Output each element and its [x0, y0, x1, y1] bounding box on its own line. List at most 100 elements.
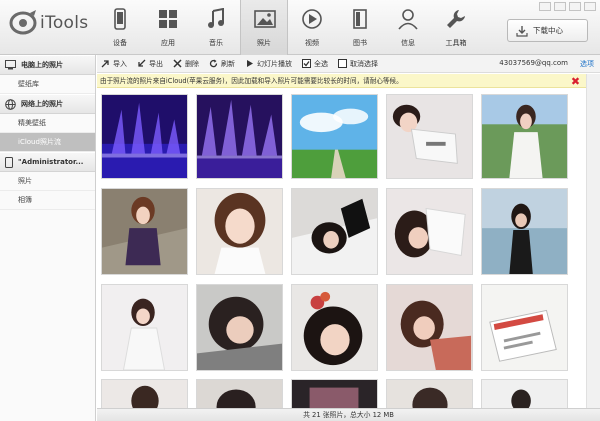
status-bar: 共 21 张照片，总大小 12 MB [97, 408, 600, 421]
globe-icon [5, 98, 16, 110]
tab-label: 信息 [401, 39, 415, 47]
play-icon [247, 60, 253, 67]
photo-thumbnail[interactable] [291, 188, 378, 275]
export-button[interactable]: 导出 [137, 59, 163, 69]
top-header: iTools 设备 应用 音乐 照片 视频 图书 信息 工具箱 下载中心 [0, 0, 600, 55]
sidebar-item-fine-wallpapers[interactable]: 精美壁纸 [0, 114, 95, 133]
photo-icon [254, 10, 276, 28]
book-icon [353, 9, 367, 29]
monitor-icon [5, 60, 16, 70]
sidebar-section-device[interactable]: "Administrator... [0, 152, 95, 172]
photo-thumbnail[interactable] [481, 94, 568, 179]
wrench-icon [447, 10, 465, 28]
deselect-label: 取消选择 [350, 59, 378, 68]
download-center-button[interactable]: 下载中心 [507, 19, 588, 42]
photo-thumbnail[interactable] [481, 379, 568, 408]
photo-thumbnail[interactable] [101, 188, 188, 275]
deselect-button[interactable]: 取消选择 [338, 59, 378, 69]
restore-icon[interactable] [569, 2, 581, 11]
photo-thumbnail[interactable] [386, 284, 473, 371]
photo-thumbnail[interactable] [101, 284, 188, 371]
refresh-label: 刷新 [221, 59, 235, 68]
tab-label: 照片 [257, 39, 271, 47]
photo-thumbnail[interactable] [291, 379, 378, 408]
tab-device[interactable]: 设备 [96, 0, 144, 55]
app-logo: iTools [8, 8, 88, 38]
tab-music[interactable]: 音乐 [192, 0, 240, 55]
photo-toolbar: 导入 导出 删除 刷新 幻灯片播放 全选 取消选择 43037569@qq.co… [97, 55, 600, 73]
tab-label: 应用 [161, 39, 175, 47]
tab-label: 工具箱 [445, 39, 467, 47]
photo-thumbnail[interactable] [386, 188, 473, 275]
video-icon [302, 9, 322, 29]
sidebar: 电脑上的照片 壁纸库 网络上的照片 精美壁纸 iCloud照片流 "Admini… [0, 55, 96, 421]
delete-button[interactable]: 删除 [173, 59, 199, 69]
photo-thumbnail[interactable] [386, 94, 473, 179]
sidebar-item-photos[interactable]: 照片 [0, 172, 95, 191]
sidebar-section-label: "Administrator... [18, 158, 84, 166]
tab-toolbox[interactable]: 工具箱 [432, 0, 480, 55]
tab-apps[interactable]: 应用 [144, 0, 192, 55]
tab-label: 视频 [305, 39, 319, 47]
refresh-icon [209, 59, 218, 68]
tab-label: 图书 [353, 39, 367, 47]
checkbox-icon [338, 59, 347, 68]
main-tabs: 设备 应用 音乐 照片 视频 图书 信息 工具箱 [96, 0, 480, 55]
photo-thumbnail[interactable] [481, 284, 568, 371]
import-label: 导入 [113, 59, 127, 68]
download-center-label: 下载中心 [533, 26, 563, 35]
checkbox-checked-icon [302, 59, 311, 68]
photo-thumbnail[interactable] [101, 379, 188, 408]
tab-info[interactable]: 信息 [384, 0, 432, 55]
window-controls [539, 2, 596, 11]
tab-label: 音乐 [209, 39, 223, 47]
photo-thumbnail[interactable] [101, 94, 188, 179]
slideshow-label: 幻灯片播放 [257, 59, 292, 68]
photo-thumbnail[interactable] [481, 188, 568, 275]
select-all-label: 全选 [314, 59, 328, 68]
photo-thumbnail[interactable] [196, 94, 283, 179]
sidebar-section-online-photos[interactable]: 网络上的照片 [0, 94, 95, 114]
photo-thumbnail[interactable] [291, 94, 378, 179]
photo-thumbnail[interactable] [196, 284, 283, 371]
phone-icon [5, 156, 13, 168]
icloud-notice: 由于照片流的照片来自iCloud(苹果云服务)，因此加载和导入照片可能需要比较长… [97, 74, 586, 88]
apps-icon [159, 10, 177, 28]
person-icon [398, 9, 418, 30]
sidebar-section-label: 电脑上的照片 [21, 61, 63, 69]
photo-thumbnail[interactable] [196, 379, 283, 408]
vertical-scrollbar[interactable] [586, 74, 600, 408]
tab-label: 设备 [113, 39, 127, 47]
sidebar-section-computer-photos[interactable]: 电脑上的照片 [0, 55, 95, 75]
close-window-icon[interactable] [584, 2, 596, 11]
photo-thumbnail[interactable] [386, 379, 473, 408]
itools-logo-icon [8, 8, 38, 38]
phone-icon [114, 8, 126, 30]
slideshow-button[interactable]: 幻灯片播放 [245, 59, 292, 69]
delete-label: 删除 [185, 59, 199, 68]
download-icon [516, 25, 528, 37]
toolbar-right: 43037569@qq.com 选项 [499, 59, 594, 69]
select-all-button[interactable]: 全选 [302, 59, 328, 69]
close-icon[interactable]: ✖ [570, 76, 581, 87]
import-icon [101, 60, 109, 68]
music-icon [208, 8, 224, 28]
export-icon [138, 59, 146, 67]
options-link[interactable]: 选项 [580, 59, 594, 69]
refresh-button[interactable]: 刷新 [209, 59, 235, 69]
sidebar-item-albums[interactable]: 相簿 [0, 191, 95, 210]
export-label: 导出 [149, 59, 163, 68]
tab-books[interactable]: 图书 [336, 0, 384, 55]
photo-grid [97, 89, 586, 408]
sidebar-item-wallpaper-library[interactable]: 壁纸库 [0, 75, 95, 94]
import-button[interactable]: 导入 [101, 59, 127, 69]
sidebar-item-icloud-photostream[interactable]: iCloud照片流 [0, 133, 95, 152]
sidebar-section-label: 网络上的照片 [21, 100, 63, 108]
tab-photos[interactable]: 照片 [240, 0, 288, 55]
app-name: iTools [40, 13, 89, 33]
photo-thumbnail[interactable] [291, 284, 378, 371]
menu-icon[interactable] [554, 2, 566, 11]
minimize-icon[interactable] [539, 2, 551, 11]
photo-thumbnail[interactable] [196, 188, 283, 275]
tab-video[interactable]: 视频 [288, 0, 336, 55]
